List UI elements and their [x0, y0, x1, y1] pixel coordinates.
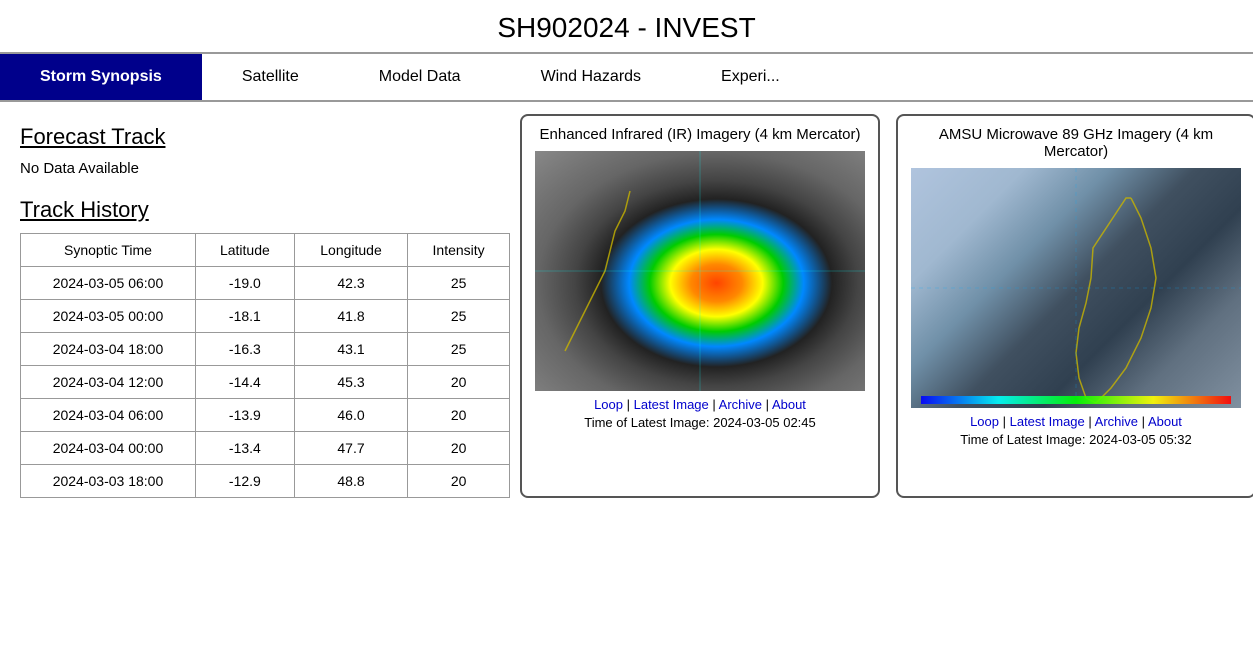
table-cell-col-0: 2024-03-05 00:00: [21, 300, 196, 333]
table-cell-col-2: 43.1: [294, 333, 407, 366]
tab-wind-hazards[interactable]: Wind Hazards: [501, 54, 681, 100]
col-synoptic-time: Synoptic Time: [21, 234, 196, 267]
ir-panel-title: Enhanced Infrared (IR) Imagery (4 km Mer…: [540, 126, 861, 143]
tab-storm-synopsis[interactable]: Storm Synopsis: [0, 54, 202, 100]
forecast-track-title: Forecast Track: [20, 124, 490, 150]
table-cell-col-1: -18.1: [195, 300, 294, 333]
table-cell-col-1: -13.9: [195, 399, 294, 432]
table-row: 2024-03-05 00:00-18.141.825: [21, 300, 510, 333]
table-cell-col-3: 25: [408, 300, 510, 333]
table-row: 2024-03-05 06:00-19.042.325: [21, 267, 510, 300]
table-cell-col-0: 2024-03-03 18:00: [21, 465, 196, 498]
ir-map-overlay: [535, 151, 865, 391]
table-cell-col-0: 2024-03-04 00:00: [21, 432, 196, 465]
mw-map-overlay: [911, 168, 1241, 408]
table-body: 2024-03-05 06:00-19.042.3252024-03-05 00…: [21, 267, 510, 498]
right-panels: Enhanced Infrared (IR) Imagery (4 km Mer…: [510, 114, 1253, 508]
ir-time-label: Time of Latest Image: 2024-03-05 02:45: [584, 415, 816, 430]
tab-experimental[interactable]: Experi...: [681, 54, 820, 100]
table-cell-col-3: 20: [408, 399, 510, 432]
left-panel: Forecast Track No Data Available Track H…: [0, 114, 510, 508]
ir-image-panel: Enhanced Infrared (IR) Imagery (4 km Mer…: [520, 114, 880, 498]
mw-archive-link[interactable]: Archive: [1095, 414, 1138, 429]
table-cell-col-1: -19.0: [195, 267, 294, 300]
no-data-label: No Data Available: [20, 160, 490, 177]
mw-latest-image-link[interactable]: Latest Image: [1010, 414, 1085, 429]
table-cell-col-1: -12.9: [195, 465, 294, 498]
page-header: SH902024 - INVEST: [0, 0, 1253, 54]
table-cell-col-1: -13.4: [195, 432, 294, 465]
tab-satellite[interactable]: Satellite: [202, 54, 339, 100]
table-cell-col-3: 25: [408, 333, 510, 366]
table-cell-col-2: 45.3: [294, 366, 407, 399]
table-cell-col-2: 47.7: [294, 432, 407, 465]
table-cell-col-3: 20: [408, 366, 510, 399]
table-cell-col-3: 25: [408, 267, 510, 300]
table-row: 2024-03-04 06:00-13.946.020: [21, 399, 510, 432]
microwave-image: [911, 168, 1241, 408]
microwave-panel-title: AMSU Microwave 89 GHz Imagery (4 km Merc…: [908, 126, 1244, 160]
table-cell-col-0: 2024-03-04 12:00: [21, 366, 196, 399]
ir-panel-links: Loop | Latest Image | Archive | About: [594, 397, 806, 412]
ir-latest-image-link[interactable]: Latest Image: [634, 397, 709, 412]
table-row: 2024-03-03 18:00-12.948.820: [21, 465, 510, 498]
table-header-row: Synoptic Time Latitude Longitude Intensi…: [21, 234, 510, 267]
page-title: SH902024 - INVEST: [0, 12, 1253, 44]
table-cell-col-0: 2024-03-05 06:00: [21, 267, 196, 300]
microwave-time-label: Time of Latest Image: 2024-03-05 05:32: [960, 432, 1192, 447]
microwave-panel-links: Loop | Latest Image | Archive | About: [970, 414, 1182, 429]
col-intensity: Intensity: [408, 234, 510, 267]
ir-loop-link[interactable]: Loop: [594, 397, 623, 412]
table-cell-col-0: 2024-03-04 06:00: [21, 399, 196, 432]
navigation-tabs: Storm Synopsis Satellite Model Data Wind…: [0, 54, 1253, 102]
table-cell-col-2: 42.3: [294, 267, 407, 300]
col-latitude: Latitude: [195, 234, 294, 267]
mw-loop-link[interactable]: Loop: [970, 414, 999, 429]
table-cell-col-2: 46.0: [294, 399, 407, 432]
table-cell-col-3: 20: [408, 465, 510, 498]
track-history-table: Synoptic Time Latitude Longitude Intensi…: [20, 233, 510, 498]
track-history-title: Track History: [20, 197, 490, 223]
ir-archive-link[interactable]: Archive: [719, 397, 762, 412]
table-cell-col-3: 20: [408, 432, 510, 465]
table-cell-col-1: -16.3: [195, 333, 294, 366]
ir-image: [535, 151, 865, 391]
microwave-image-panel: AMSU Microwave 89 GHz Imagery (4 km Merc…: [896, 114, 1253, 498]
table-cell-col-1: -14.4: [195, 366, 294, 399]
table-cell-col-2: 48.8: [294, 465, 407, 498]
mw-about-link[interactable]: About: [1148, 414, 1182, 429]
tab-model-data[interactable]: Model Data: [339, 54, 501, 100]
table-row: 2024-03-04 18:00-16.343.125: [21, 333, 510, 366]
main-content: Forecast Track No Data Available Track H…: [0, 102, 1253, 508]
table-cell-col-0: 2024-03-04 18:00: [21, 333, 196, 366]
table-cell-col-2: 41.8: [294, 300, 407, 333]
table-row: 2024-03-04 00:00-13.447.720: [21, 432, 510, 465]
col-longitude: Longitude: [294, 234, 407, 267]
table-row: 2024-03-04 12:00-14.445.320: [21, 366, 510, 399]
ir-about-link[interactable]: About: [772, 397, 806, 412]
